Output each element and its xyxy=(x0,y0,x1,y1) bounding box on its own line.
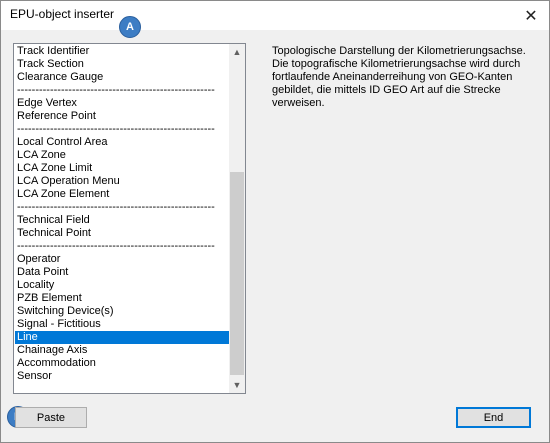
list-separator: ----------------------------------------… xyxy=(17,84,215,96)
list-item[interactable]: LCA Zone Element xyxy=(15,188,229,201)
list-separator: ----------------------------------------… xyxy=(17,240,215,252)
title-bar: EPU-object inserter ✕ xyxy=(1,1,549,30)
list-item[interactable]: Data Point xyxy=(15,266,229,279)
list-item[interactable]: Line xyxy=(15,331,229,344)
close-icon: ✕ xyxy=(524,7,538,25)
list-item[interactable]: Operator xyxy=(15,253,229,266)
close-button[interactable]: ✕ xyxy=(513,1,549,30)
list-separator: ----------------------------------------… xyxy=(17,201,215,213)
list-item[interactable]: Accommodation xyxy=(15,357,229,370)
list-separator: ----------------------------------------… xyxy=(17,123,215,135)
list-item[interactable]: Chainage Axis xyxy=(15,344,229,357)
list-item[interactable]: Sensor xyxy=(15,370,229,383)
list-item[interactable]: Reference Point xyxy=(15,110,229,123)
list-item[interactable]: Signal - Fictitious xyxy=(15,318,229,331)
chevron-down-icon: ▼ xyxy=(232,380,242,390)
window-title: EPU-object inserter xyxy=(10,7,115,21)
list-item[interactable]: Technical Field xyxy=(15,214,229,227)
object-listbox[interactable]: Track Identifier Track Section Clearance G… xyxy=(13,43,246,394)
list-item[interactable]: Local Control Area xyxy=(15,136,229,149)
list-item[interactable]: Technical Point xyxy=(15,227,229,240)
scrollbar-thumb[interactable] xyxy=(230,172,244,375)
scroll-up-button[interactable]: ▲ xyxy=(229,44,245,60)
marker-a: A xyxy=(119,16,141,38)
chevron-up-icon: ▲ xyxy=(232,47,242,57)
object-list: Track Identifier Track Section Clearance G… xyxy=(15,45,229,383)
end-button[interactable]: End xyxy=(456,407,531,428)
list-item[interactable]: LCA Zone xyxy=(15,149,229,162)
list-item[interactable]: Edge Vertex xyxy=(15,97,229,110)
list-item[interactable]: Clearance Gauge xyxy=(15,71,229,84)
paste-button[interactable]: Paste xyxy=(15,407,87,428)
list-item[interactable]: Switching Device(s) xyxy=(15,305,229,318)
list-item[interactable]: Locality xyxy=(15,279,229,292)
scroll-down-button[interactable]: ▼ xyxy=(229,377,245,393)
dialog-window: EPU-object inserter ✕ A Track Identifier… xyxy=(0,0,550,443)
list-item[interactable]: LCA Operation Menu xyxy=(15,175,229,188)
list-item[interactable]: Track Identifier xyxy=(15,45,229,58)
list-item[interactable]: PZB Element xyxy=(15,292,229,305)
list-item[interactable]: Track Section xyxy=(15,58,229,71)
object-description: Topologische Darstellung der Kilometrier… xyxy=(272,45,526,109)
vertical-scrollbar[interactable]: ▲ ▼ xyxy=(229,44,245,393)
list-item[interactable]: LCA Zone Limit xyxy=(15,162,229,175)
